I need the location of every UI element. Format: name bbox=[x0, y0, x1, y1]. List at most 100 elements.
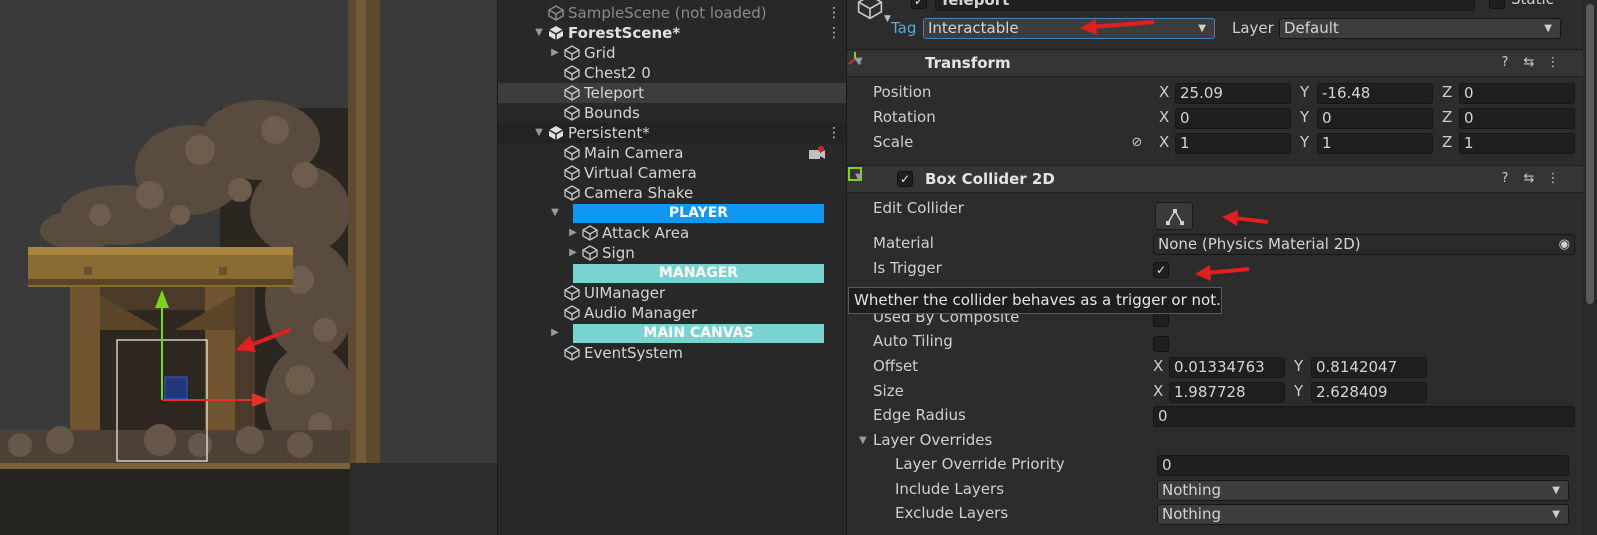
fold-arrow-icon[interactable]: ▼ bbox=[855, 56, 863, 67]
collapse-arrow-icon[interactable]: ▶ bbox=[566, 243, 580, 263]
fold-arrow-icon[interactable]: ▼ bbox=[859, 435, 867, 446]
layer-overrides-label[interactable]: Layer Overrides bbox=[873, 431, 992, 449]
position-z-field[interactable]: 0 bbox=[1459, 83, 1575, 104]
hierarchy-row-grid[interactable]: ▶ Grid bbox=[498, 43, 847, 63]
layer-dropdown[interactable]: Default ▼ bbox=[1279, 18, 1561, 39]
scene-view[interactable] bbox=[0, 0, 497, 535]
rotation-x-field[interactable]: 0 bbox=[1175, 108, 1291, 129]
axis-x-label: X bbox=[1153, 382, 1164, 400]
exclude-layers-dropdown[interactable]: Nothing ▼ bbox=[1157, 504, 1569, 525]
transform-header[interactable]: ▼ Transform ? ⇆ ⋮ bbox=[847, 49, 1597, 77]
static-checkbox[interactable] bbox=[1489, 0, 1505, 9]
gameobject-cube-icon bbox=[564, 85, 580, 101]
main-canvas-banner: MAIN CANVAS bbox=[573, 324, 824, 343]
hierarchy-label: Chest2 0 bbox=[584, 64, 651, 82]
hierarchy-row-persistent[interactable]: ▼ Persistent* ⋮ bbox=[498, 123, 847, 143]
active-checkbox[interactable]: ✓ bbox=[911, 0, 927, 9]
dropdown-arrow-icon: ▼ bbox=[1544, 23, 1552, 34]
hierarchy-row-forest-scene[interactable]: ▼ ForestScene* ⋮ bbox=[498, 23, 847, 43]
axis-z-label: Z bbox=[1442, 133, 1453, 151]
scale-z-field[interactable]: 1 bbox=[1459, 133, 1575, 154]
offset-x-field[interactable]: 0.01334763 bbox=[1169, 357, 1285, 378]
kebab-menu-icon[interactable]: ⋮ bbox=[827, 3, 841, 23]
is-trigger-checkbox[interactable]: ✓ bbox=[1153, 262, 1169, 278]
hierarchy-row-main-camera[interactable]: Main Camera bbox=[498, 143, 847, 163]
gameobject-cube-icon bbox=[564, 105, 580, 121]
box-collider-header[interactable]: ▼ ✓ Box Collider 2D ? ⇆ ⋮ bbox=[847, 165, 1597, 193]
hierarchy-row-chest[interactable]: Chest2 0 bbox=[498, 63, 847, 83]
kebab-menu-icon[interactable]: ⋮ bbox=[827, 23, 841, 43]
hierarchy-label: Camera Shake bbox=[584, 184, 694, 202]
kebab-menu-icon[interactable]: ⋮ bbox=[1545, 55, 1561, 71]
camera-gizmo-icon bbox=[808, 145, 825, 161]
collapse-arrow-icon[interactable]: ▶ bbox=[548, 43, 562, 63]
position-label: Position bbox=[873, 83, 932, 101]
expand-arrow-icon[interactable]: ▼ bbox=[532, 23, 546, 43]
size-x-field[interactable]: 1.987728 bbox=[1169, 382, 1285, 403]
expand-arrow-icon[interactable]: ▼ bbox=[532, 123, 546, 143]
hierarchy-label: Audio Manager bbox=[584, 304, 698, 322]
auto-tiling-checkbox[interactable] bbox=[1153, 336, 1169, 352]
presets-icon[interactable]: ⇆ bbox=[1521, 171, 1537, 187]
hierarchy-row-manager[interactable]: MANAGER bbox=[498, 263, 847, 283]
tag-dropdown[interactable]: Interactable ▼ bbox=[923, 18, 1215, 39]
scale-y-field[interactable]: 1 bbox=[1317, 133, 1433, 154]
hierarchy-label: Attack Area bbox=[602, 224, 690, 242]
kebab-menu-icon[interactable]: ⋮ bbox=[827, 123, 841, 143]
hierarchy-row-player[interactable]: ▼ PLAYER bbox=[498, 203, 847, 223]
hierarchy-label: Main Camera bbox=[584, 144, 684, 162]
tag-value: Interactable bbox=[928, 19, 1019, 37]
object-picker-icon[interactable]: ◉ bbox=[1559, 235, 1570, 254]
edge-radius-field[interactable]: 0 bbox=[1153, 406, 1575, 427]
kebab-menu-icon[interactable]: ⋮ bbox=[1545, 171, 1561, 187]
help-icon[interactable]: ? bbox=[1497, 55, 1513, 71]
box-collider-title: Box Collider 2D bbox=[925, 170, 1055, 188]
object-name-field[interactable]: Teleport bbox=[935, 0, 1475, 11]
layer-override-priority-field[interactable]: 0 bbox=[1157, 455, 1569, 476]
gameobject-cube-icon bbox=[582, 225, 598, 241]
scrollbar-thumb[interactable] bbox=[1586, 4, 1594, 304]
include-layers-dropdown[interactable]: Nothing ▼ bbox=[1157, 480, 1569, 501]
scale-x-field[interactable]: 1 bbox=[1175, 133, 1291, 154]
layer-override-priority-label: Layer Override Priority bbox=[895, 455, 1065, 473]
presets-icon[interactable]: ⇆ bbox=[1521, 55, 1537, 71]
rotation-label: Rotation bbox=[873, 108, 936, 126]
help-icon[interactable]: ? bbox=[1497, 171, 1513, 187]
hierarchy-label: UIManager bbox=[584, 284, 666, 302]
hierarchy-row-ui-manager[interactable]: UIManager bbox=[498, 283, 847, 303]
rotation-z-field[interactable]: 0 bbox=[1459, 108, 1575, 129]
collapse-arrow-icon[interactable]: ▶ bbox=[566, 223, 580, 243]
size-y-field[interactable]: 2.628409 bbox=[1311, 382, 1427, 403]
collapse-arrow-icon[interactable]: ▶ bbox=[548, 323, 562, 343]
hierarchy-row-main-canvas[interactable]: ▶ MAIN CANVAS bbox=[498, 323, 847, 343]
material-field[interactable]: None (Physics Material 2D) ◉ bbox=[1153, 234, 1575, 255]
constrain-proportions-icon[interactable]: ⊘ bbox=[1129, 135, 1145, 151]
hierarchy-row-sign[interactable]: ▶ Sign bbox=[498, 243, 847, 263]
position-x-field[interactable]: 25.09 bbox=[1175, 83, 1291, 104]
position-y-field[interactable]: -16.48 bbox=[1317, 83, 1433, 104]
offset-y-field[interactable]: 0.8142047 bbox=[1311, 357, 1427, 378]
expand-arrow-icon[interactable]: ▼ bbox=[548, 203, 562, 223]
component-enabled-checkbox[interactable]: ✓ bbox=[897, 171, 913, 187]
axis-x-label: X bbox=[1159, 83, 1170, 101]
manager-banner: MANAGER bbox=[573, 264, 824, 283]
hierarchy-row-camera-shake[interactable]: Camera Shake bbox=[498, 183, 847, 203]
hierarchy-row-attack-area[interactable]: ▶ Attack Area bbox=[498, 223, 847, 243]
hierarchy-row-teleport[interactable]: Teleport bbox=[498, 83, 847, 103]
fold-arrow-icon[interactable]: ▼ bbox=[855, 172, 863, 183]
tag-label: Tag bbox=[891, 19, 917, 37]
axis-x-label: X bbox=[1153, 357, 1164, 375]
rotation-y-field[interactable]: 0 bbox=[1317, 108, 1433, 129]
gameobject-cube-icon bbox=[564, 45, 580, 61]
edit-collider-button[interactable] bbox=[1155, 202, 1193, 230]
axis-x-label: X bbox=[1159, 133, 1170, 151]
hierarchy-row-event-system[interactable]: EventSystem bbox=[498, 343, 847, 363]
hierarchy-row-bounds[interactable]: Bounds bbox=[498, 103, 847, 123]
is-trigger-tooltip: Whether the collider behaves as a trigge… bbox=[848, 287, 1222, 314]
hierarchy-row-sample-scene[interactable]: SampleScene (not loaded) ⋮ bbox=[498, 3, 847, 23]
icon-dropdown-arrow-icon[interactable]: ▼ bbox=[884, 14, 891, 24]
inspector-scrollbar[interactable] bbox=[1583, 0, 1597, 535]
hierarchy-row-audio-manager[interactable]: Audio Manager bbox=[498, 303, 847, 323]
transform-title: Transform bbox=[925, 54, 1011, 72]
hierarchy-row-virtual-camera[interactable]: Virtual Camera bbox=[498, 163, 847, 183]
